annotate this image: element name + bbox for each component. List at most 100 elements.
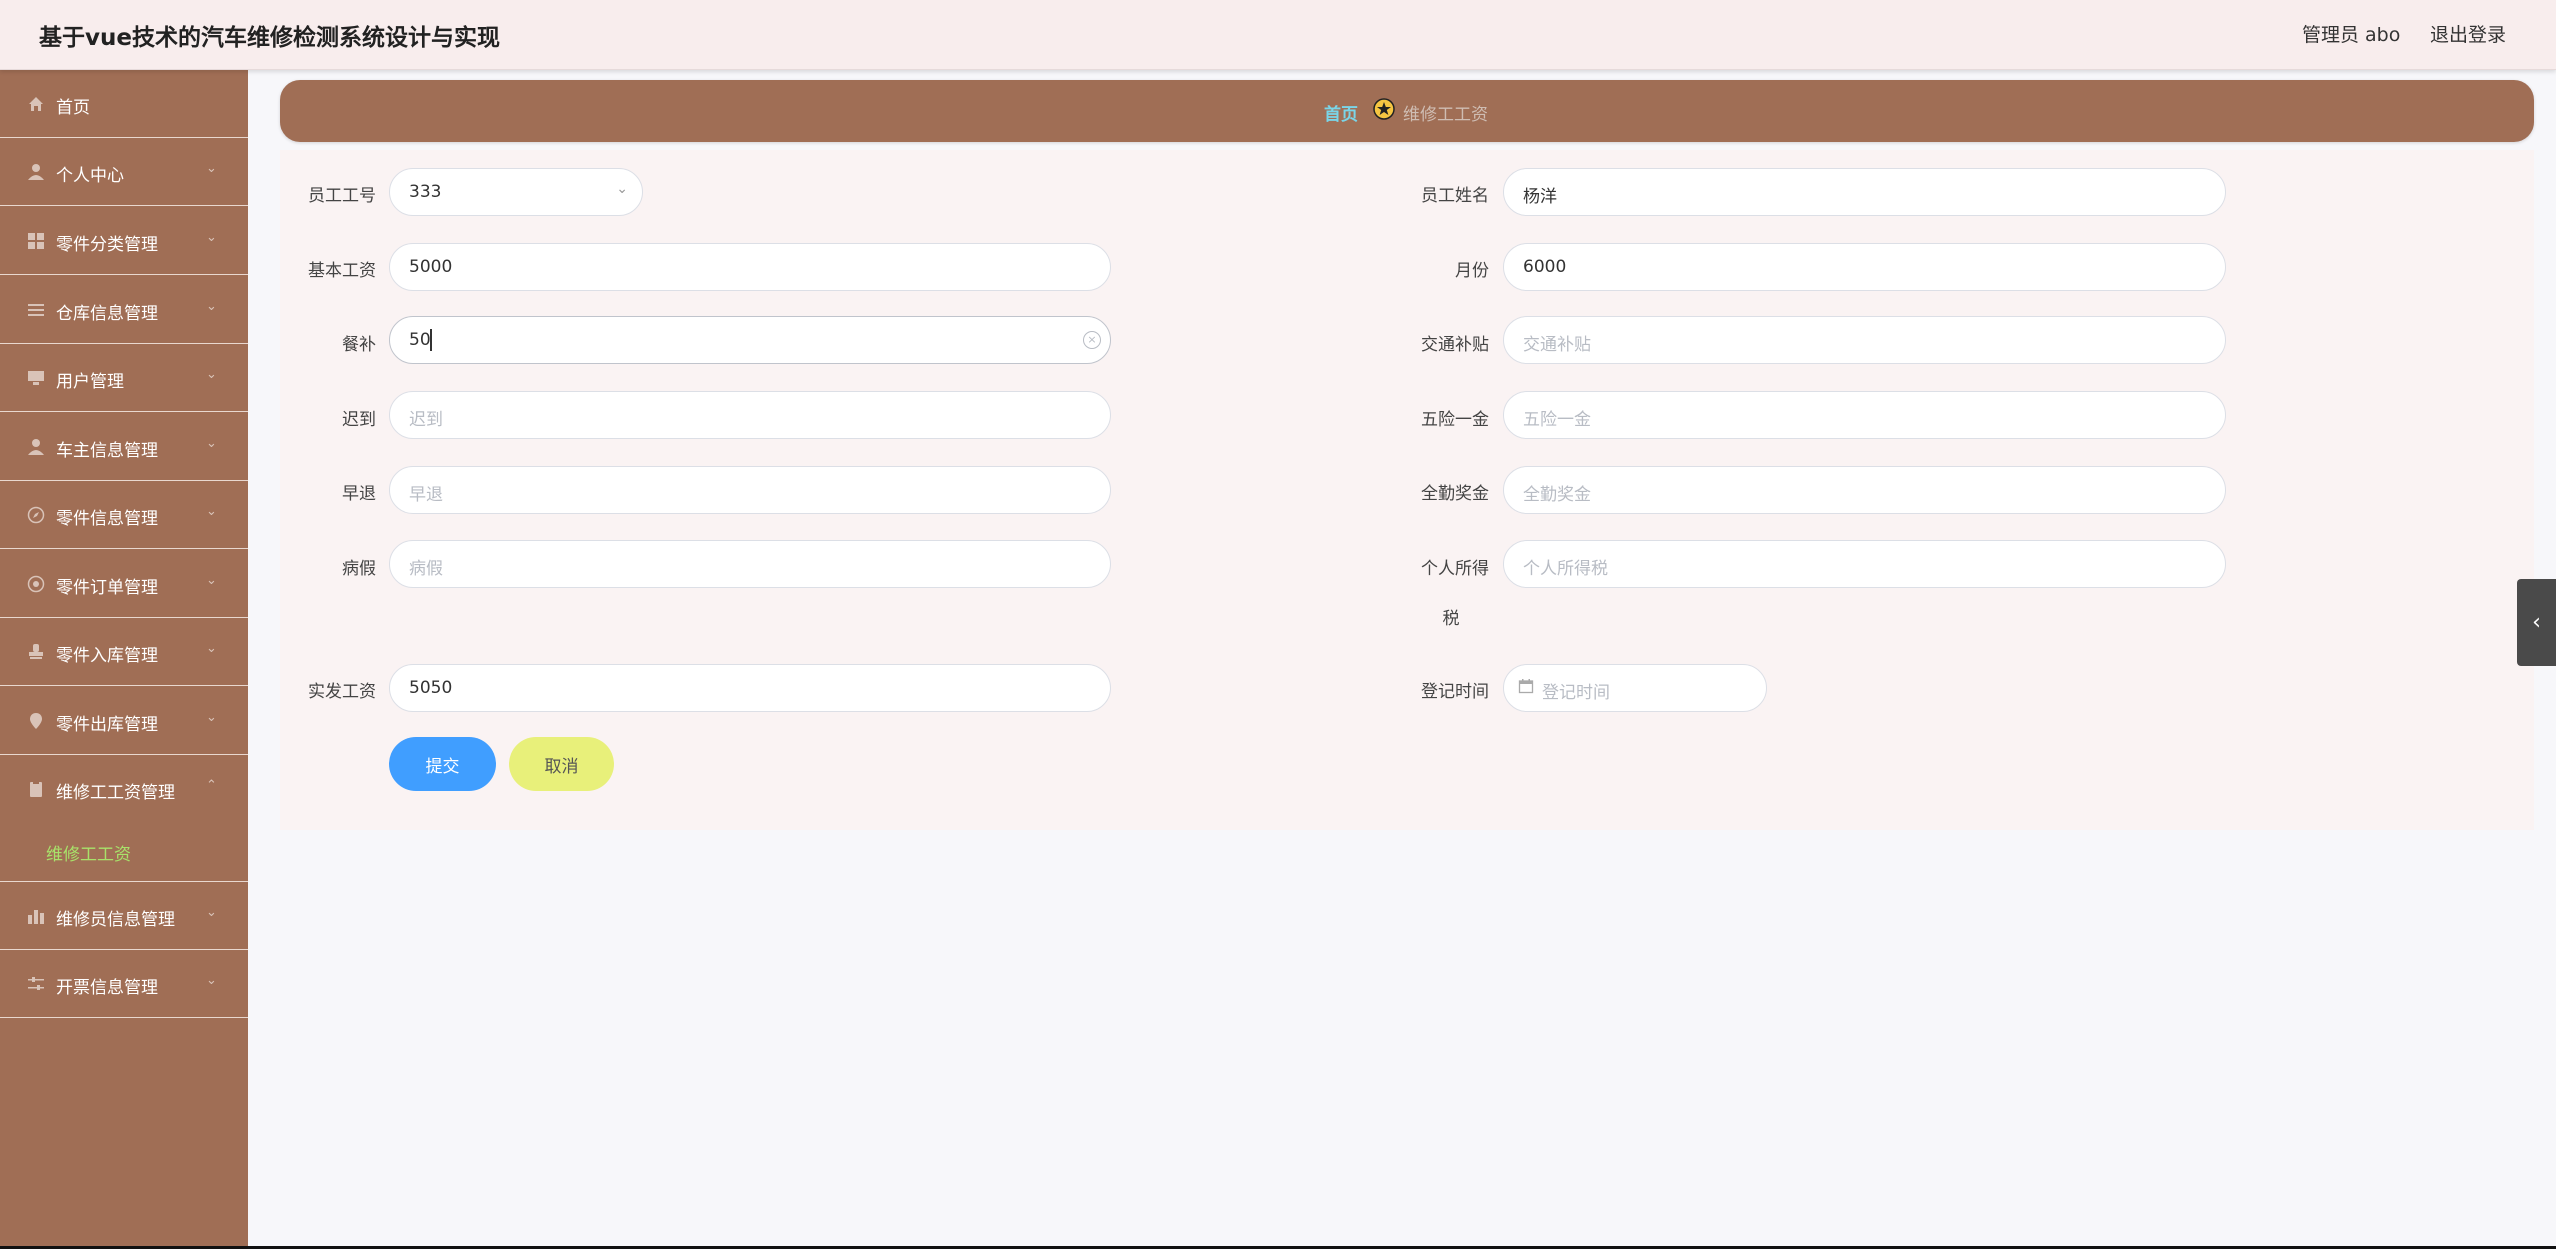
user-icon [26, 437, 46, 457]
meal-allowance-field[interactable]: 50 × [389, 316, 1111, 364]
location-icon [26, 711, 46, 731]
sidebar-item-label: 用户管理 [56, 372, 124, 392]
app-title: 基于vue技术的汽车维修检测系统设计与实现 [39, 25, 500, 51]
transport-allowance-field[interactable]: 交通补贴 [1503, 316, 2226, 364]
transport-allowance-label: 交通补贴 [1421, 335, 1489, 355]
sidebar-item-part-outbound[interactable]: 零件出库管理 ⌄ [0, 687, 248, 755]
sidebar-subitem-mechanic-salary[interactable]: 维修工工资 [0, 822, 248, 882]
chevron-down-icon: ⌄ [616, 181, 628, 197]
register-time-picker[interactable]: 登记时间 [1503, 664, 1767, 712]
employee-name-field[interactable]: 杨洋 [1503, 168, 2226, 216]
employee-no-label: 员工工号 [308, 186, 376, 206]
chevron-down-icon: ⌄ [206, 973, 217, 988]
chevron-left-icon: ‹ [2532, 610, 2541, 635]
breadcrumb-current: 维修工工资 [1403, 105, 1488, 125]
employee-no-value: 333 [409, 182, 442, 202]
chevron-up-icon: ⌃ [206, 778, 217, 793]
breadcrumb-home[interactable]: 首页 [1324, 100, 1358, 125]
sidebar-item-part-inbound[interactable]: 零件入库管理 ⌄ [0, 618, 248, 686]
sidebar-item-car-owner[interactable]: 车主信息管理 ⌄ [0, 413, 248, 481]
grid-icon [26, 231, 46, 251]
sidebar-item-home[interactable]: 首页 [0, 70, 248, 138]
sick-leave-label: 病假 [342, 559, 376, 579]
income-tax-placeholder: 个人所得税 [1523, 559, 1608, 579]
cancel-button[interactable]: 取消 [509, 737, 614, 791]
late-placeholder: 迟到 [409, 410, 443, 430]
chevron-down-icon: ⌄ [206, 161, 217, 176]
income-tax-label-line2: 税 [1442, 609, 1460, 629]
base-salary-field[interactable]: 5000 [389, 243, 1111, 291]
chevron-down-icon: ⌄ [206, 299, 217, 314]
sidebar-item-users[interactable]: 用户管理 ⌄ [0, 344, 248, 412]
attendance-bonus-label: 全勤奖金 [1421, 484, 1489, 504]
chevron-down-icon: ⌄ [206, 641, 217, 656]
sidebar-item-label: 零件分类管理 [56, 235, 158, 255]
list-icon [26, 300, 46, 320]
transport-allowance-placeholder: 交通补贴 [1523, 335, 1591, 355]
sliders-icon [26, 974, 46, 994]
attendance-bonus-placeholder: 全勤奖金 [1523, 485, 1591, 505]
sidebar: 首页 个人中心 ⌄ 零件分类管理 ⌄ 仓库信息管理 ⌄ 用户管理 ⌄ 车主信息管… [0, 70, 248, 1249]
month-field[interactable]: 6000 [1503, 243, 2226, 291]
net-salary-field[interactable]: 5050 [389, 664, 1111, 712]
clear-icon[interactable]: × [1083, 331, 1101, 349]
base-salary-value: 5000 [409, 257, 453, 277]
sidebar-item-label: 零件入库管理 [56, 646, 158, 666]
late-label: 迟到 [342, 410, 376, 430]
chart-icon [26, 906, 46, 926]
sidebar-item-part-info[interactable]: 零件信息管理 ⌄ [0, 481, 248, 549]
current-user: 管理员 abo [2302, 24, 2401, 46]
net-salary-label: 实发工资 [308, 682, 376, 702]
breadcrumb: 首页 维修工工资 [280, 80, 2534, 142]
text-cursor [430, 329, 432, 351]
chevron-down-icon: ⌄ [206, 573, 217, 588]
sidebar-item-label: 维修工工资管理 [56, 783, 175, 803]
insurance-field[interactable]: 五险一金 [1503, 391, 2226, 439]
top-header: 基于vue技术的汽车维修检测系统设计与实现 管理员 abo 退出登录 [0, 0, 2556, 70]
sidebar-item-mechanic-info[interactable]: 维修员信息管理 ⌄ [0, 882, 248, 950]
insurance-placeholder: 五险一金 [1523, 410, 1591, 430]
user-icon [26, 162, 46, 182]
sidebar-item-profile[interactable]: 个人中心 ⌄ [0, 138, 248, 206]
sidebar-subitem-label: 维修工工资 [46, 845, 131, 865]
chevron-down-icon: ⌄ [206, 367, 217, 382]
logout-link[interactable]: 退出登录 [2430, 20, 2506, 47]
chevron-down-icon: ⌄ [206, 436, 217, 451]
sidebar-item-warehouse[interactable]: 仓库信息管理 ⌄ [0, 276, 248, 344]
income-tax-field[interactable]: 个人所得税 [1503, 540, 2226, 588]
sidebar-item-label: 零件出库管理 [56, 715, 158, 735]
month-value: 6000 [1523, 257, 1567, 277]
meal-allowance-value: 50 [409, 330, 431, 350]
star-icon [1372, 97, 1396, 121]
sidebar-item-label: 车主信息管理 [56, 441, 158, 461]
sidebar-item-label: 首页 [56, 98, 90, 118]
income-tax-label-line1: 个人所得 [1421, 559, 1489, 579]
late-field[interactable]: 迟到 [389, 391, 1111, 439]
chevron-down-icon: ⌄ [206, 710, 217, 725]
sick-leave-field[interactable]: 病假 [389, 540, 1111, 588]
sidebar-item-salary-management[interactable]: 维修工工资管理 ⌃ [0, 755, 248, 823]
sidebar-item-label: 维修员信息管理 [56, 910, 175, 930]
register-time-placeholder: 登记时间 [1542, 683, 1610, 703]
sidebar-item-label: 零件订单管理 [56, 578, 158, 598]
sidebar-item-label: 开票信息管理 [56, 978, 158, 998]
submit-button[interactable]: 提交 [389, 737, 496, 791]
sidebar-item-part-order[interactable]: 零件订单管理 ⌄ [0, 550, 248, 618]
calendar-icon [1518, 678, 1536, 696]
collapse-panel-toggle[interactable]: ‹ [2517, 579, 2556, 666]
sick-leave-placeholder: 病假 [409, 559, 443, 579]
early-leave-label: 早退 [342, 484, 376, 504]
early-leave-placeholder: 早退 [409, 485, 443, 505]
sidebar-item-invoice[interactable]: 开票信息管理 ⌄ [0, 950, 248, 1018]
register-time-label: 登记时间 [1421, 682, 1489, 702]
sidebar-item-part-category[interactable]: 零件分类管理 ⌄ [0, 207, 248, 275]
compass-icon [26, 505, 46, 525]
early-leave-field[interactable]: 早退 [389, 466, 1111, 514]
clipboard-icon [26, 779, 46, 799]
home-icon [26, 94, 46, 114]
employee-no-select[interactable]: 333 ⌄ [389, 168, 643, 216]
chevron-down-icon: ⌄ [206, 905, 217, 920]
attendance-bonus-field[interactable]: 全勤奖金 [1503, 466, 2226, 514]
sidebar-item-label: 个人中心 [56, 166, 124, 186]
sidebar-item-label: 零件信息管理 [56, 509, 158, 529]
